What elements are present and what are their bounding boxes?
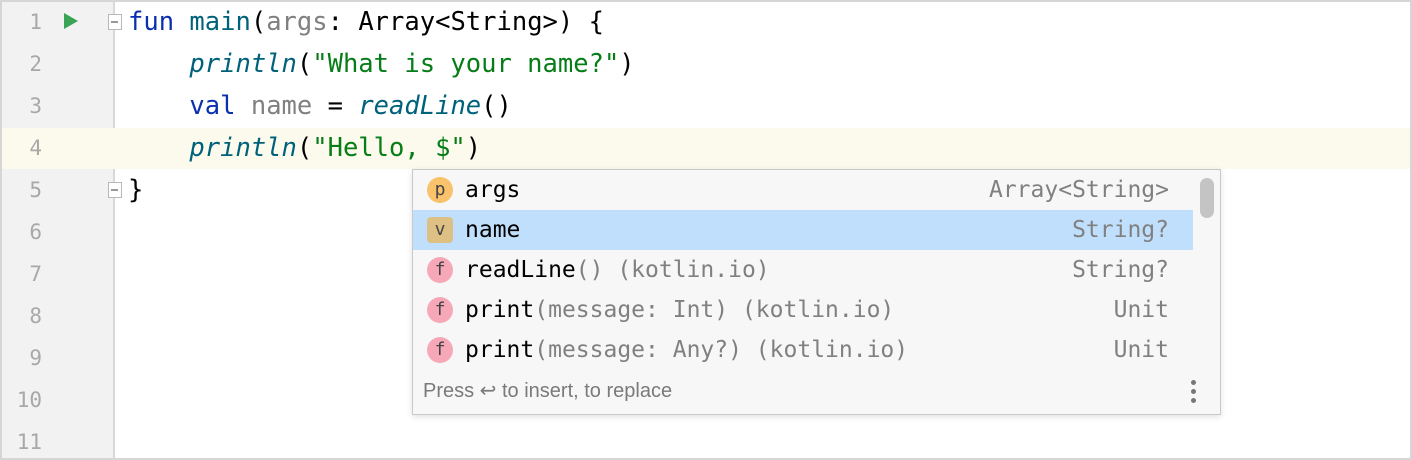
item-name: print	[465, 297, 535, 323]
code-token: main	[189, 7, 251, 37]
item-name: args	[465, 177, 521, 203]
code-token: val	[189, 91, 251, 121]
completion-item[interactable]: p args Array<String>	[413, 170, 1193, 210]
more-options-icon[interactable]	[1191, 380, 1197, 407]
function-icon: f	[427, 337, 453, 363]
line-number: 2	[29, 52, 42, 76]
line-number: 1	[29, 10, 42, 34]
item-type: Unit	[1113, 297, 1169, 323]
item-label: args	[465, 170, 520, 210]
code-token: fun	[128, 7, 190, 37]
code-token: println	[189, 49, 297, 79]
line-number: 9	[29, 346, 42, 370]
item-label: print(message: Any?) (kotlin.io)	[465, 330, 908, 370]
item-type: String?	[1072, 257, 1169, 283]
item-type: Array<String>	[988, 177, 1169, 203]
line-number: 11	[16, 430, 42, 454]
line-number: 3	[29, 94, 42, 118]
fold-end-icon[interactable]	[108, 182, 122, 198]
line-number: 8	[29, 304, 42, 328]
code-line[interactable]: println("What is your name?")	[128, 43, 635, 85]
item-name: name	[465, 217, 521, 243]
run-icon[interactable]	[64, 13, 78, 29]
item-name: readLine	[465, 257, 576, 283]
function-icon: f	[427, 297, 453, 323]
code-token: }	[128, 175, 144, 205]
function-icon: f	[427, 257, 453, 283]
completion-item[interactable]: f print(message: Int) (kotlin.io) Unit	[413, 290, 1193, 330]
code-line[interactable]: val name = readLine()	[128, 85, 512, 127]
code-line[interactable]: fun main(args: Array<String>) {	[128, 2, 604, 43]
code-token: (	[296, 133, 313, 163]
code-token: ()	[481, 91, 512, 121]
completion-item[interactable]: f print(message: Any?) (kotlin.io) Unit	[413, 330, 1193, 370]
item-signature: (message: Int) (kotlin.io)	[534, 297, 895, 323]
completion-popup: p args Array<String> v name String? f read…	[412, 169, 1221, 415]
parameter-icon: p	[427, 177, 453, 203]
code-token: )	[465, 133, 482, 163]
item-signature: () (kotlin.io)	[575, 257, 770, 283]
item-name: print	[465, 337, 535, 363]
line-number: 5	[29, 178, 42, 202]
item-signature: (message: Any?) (kotlin.io)	[534, 337, 909, 363]
line-number: 4	[29, 136, 42, 160]
code-token: name	[250, 91, 313, 121]
item-type: String?	[1072, 217, 1169, 243]
item-label: readLine() (kotlin.io)	[465, 250, 770, 290]
code-editor[interactable]: 1 2 3 4 5 6 7 8 9 10 11 fun main(args: Array<String…	[0, 0, 1412, 460]
completion-footer: Press ↩ to insert, to replace	[423, 380, 673, 402]
code-token: )	[619, 49, 635, 79]
code-token: (	[296, 49, 313, 79]
completion-item[interactable]: v name String?	[413, 210, 1193, 250]
code-line[interactable]: println("Hello, $")	[128, 127, 481, 169]
code-token: "What is your name?"	[312, 49, 620, 79]
code-token: (	[250, 7, 267, 37]
item-label: name	[465, 210, 520, 250]
code-token: "Hello, $"	[312, 133, 466, 163]
code-token: readLine	[358, 91, 482, 121]
variable-icon: v	[427, 217, 453, 243]
code-token: =	[312, 91, 359, 121]
code-token: : Array<String>) {	[327, 7, 604, 37]
item-label: print(message: Int) (kotlin.io)	[465, 290, 894, 330]
item-type: Unit	[1113, 337, 1169, 363]
line-number: 6	[29, 220, 42, 244]
fold-icon[interactable]	[108, 14, 122, 30]
completion-item[interactable]: f readLine() (kotlin.io) String?	[413, 250, 1193, 290]
code-line[interactable]: }	[128, 169, 143, 211]
line-number: 7	[29, 262, 42, 286]
scrollbar[interactable]	[1200, 178, 1214, 218]
line-number: 10	[16, 388, 42, 412]
code-token: args	[266, 7, 328, 37]
code-token: println	[189, 133, 297, 163]
